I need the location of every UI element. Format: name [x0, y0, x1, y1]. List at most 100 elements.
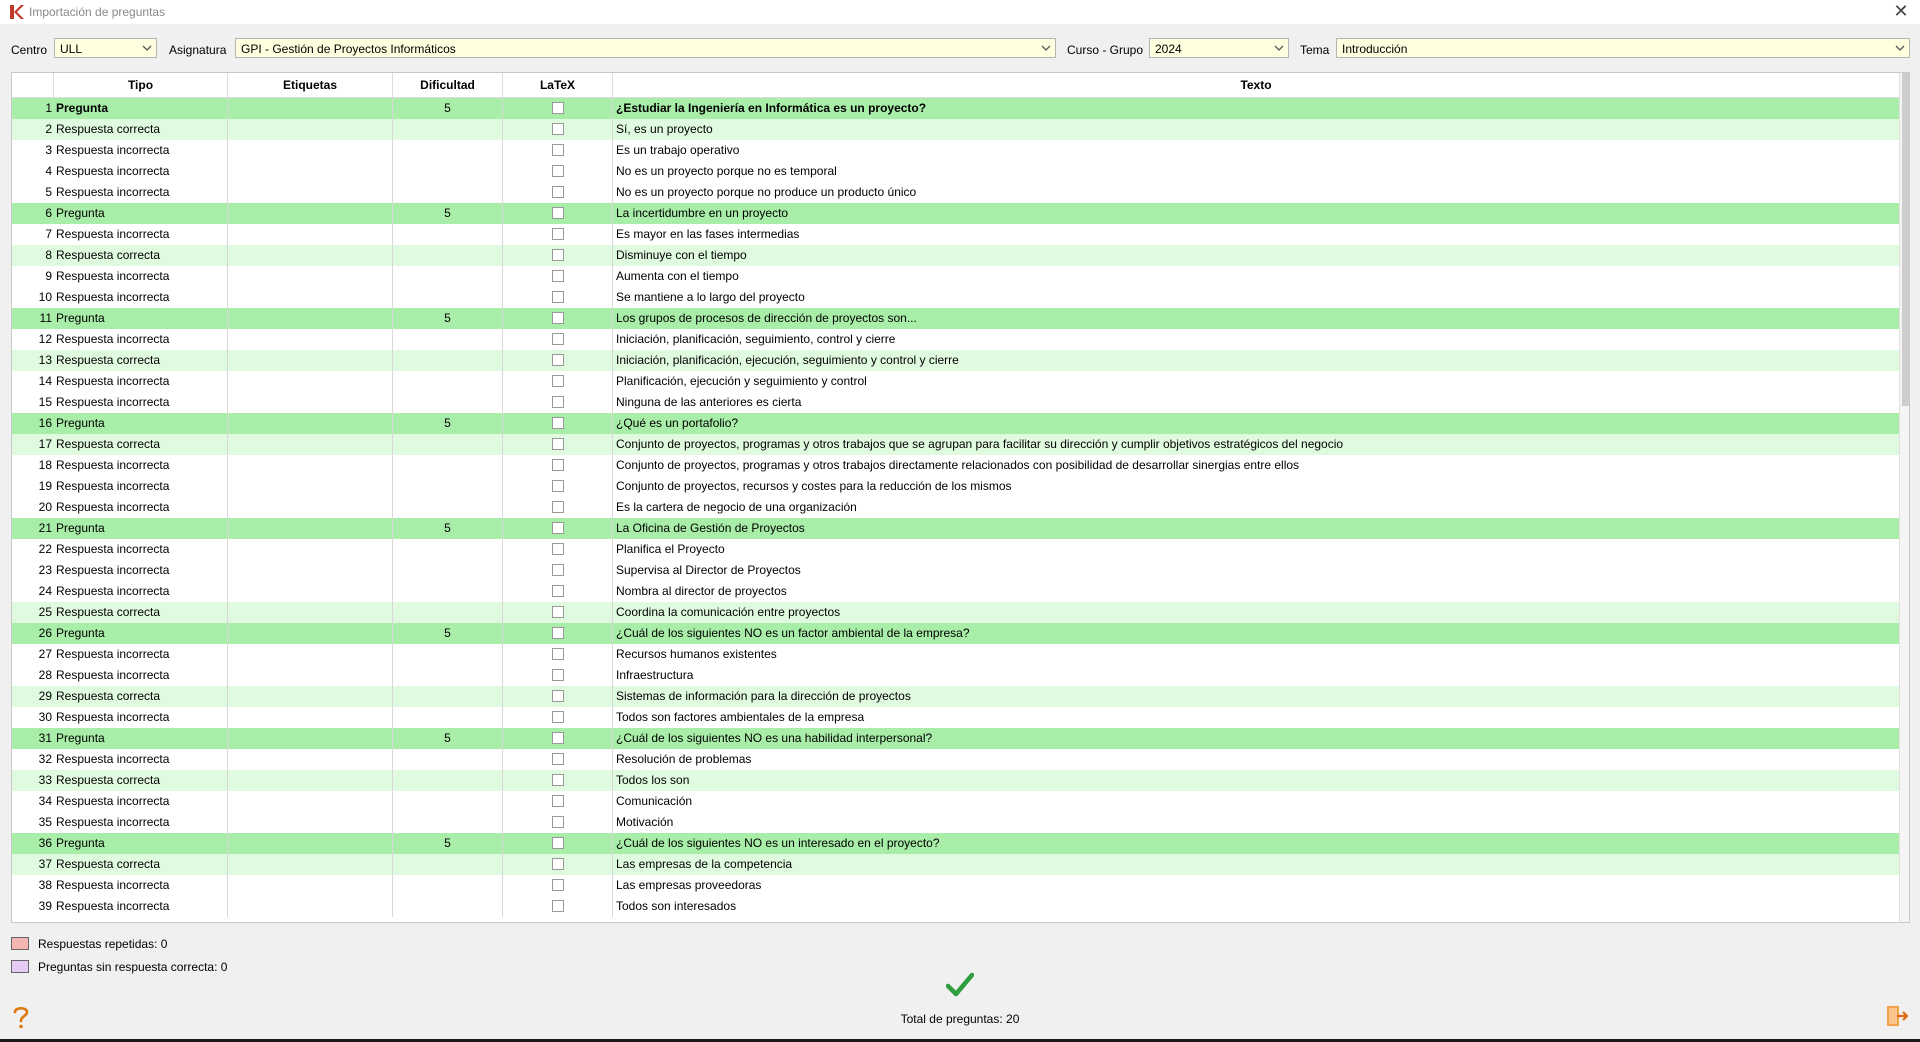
- cell-dificultad[interactable]: [393, 287, 503, 308]
- cell-dificultad[interactable]: [393, 644, 503, 665]
- cell-dificultad[interactable]: [393, 602, 503, 623]
- cell-tipo[interactable]: Respuesta correcta: [54, 245, 228, 266]
- latex-checkbox[interactable]: [552, 564, 564, 576]
- cell-etiquetas[interactable]: [228, 728, 393, 749]
- table-row[interactable]: 18 Respuesta incorrecta Conjunto de proyec…: [12, 455, 1899, 476]
- cell-latex[interactable]: [503, 350, 613, 371]
- latex-checkbox[interactable]: [552, 837, 564, 849]
- table-row[interactable]: 10 Respuesta incorrecta Se mantiene a lo l…: [12, 287, 1899, 308]
- cell-latex[interactable]: [503, 287, 613, 308]
- row-number[interactable]: 26: [12, 623, 54, 644]
- cell-tipo[interactable]: Respuesta incorrecta: [54, 392, 228, 413]
- cell-dificultad[interactable]: 5: [393, 413, 503, 434]
- cell-etiquetas[interactable]: [228, 833, 393, 854]
- table-row[interactable]: 38 Respuesta incorrecta Las empresas prove…: [12, 875, 1899, 896]
- centro-select[interactable]: ULL: [54, 38, 157, 58]
- cell-texto[interactable]: ¿Cuál de los siguientes NO es un interes…: [613, 833, 1899, 854]
- cell-latex[interactable]: [503, 518, 613, 539]
- cell-latex[interactable]: [503, 203, 613, 224]
- cell-latex[interactable]: [503, 602, 613, 623]
- cell-etiquetas[interactable]: [228, 140, 393, 161]
- table-row[interactable]: 26 Pregunta 5 ¿Cuál de los siguientes NO es…: [12, 623, 1899, 644]
- header-latex[interactable]: LaTeX: [503, 73, 613, 97]
- table-row[interactable]: 30 Respuesta incorrecta Todos son factores…: [12, 707, 1899, 728]
- cell-tipo[interactable]: Respuesta incorrecta: [54, 329, 228, 350]
- cell-tipo[interactable]: Respuesta correcta: [54, 770, 228, 791]
- latex-checkbox[interactable]: [552, 648, 564, 660]
- latex-checkbox[interactable]: [552, 144, 564, 156]
- cell-etiquetas[interactable]: [228, 119, 393, 140]
- cell-dificultad[interactable]: [393, 749, 503, 770]
- cell-tipo[interactable]: Respuesta incorrecta: [54, 476, 228, 497]
- cell-dificultad[interactable]: [393, 539, 503, 560]
- table-row[interactable]: 25 Respuesta correcta Coordina la comunica…: [12, 602, 1899, 623]
- cell-texto[interactable]: ¿Cuál de los siguientes NO es un factor …: [613, 623, 1899, 644]
- table-row[interactable]: 14 Respuesta incorrecta Planificación, eje…: [12, 371, 1899, 392]
- cell-texto[interactable]: Las empresas proveedoras: [613, 875, 1899, 896]
- latex-checkbox[interactable]: [552, 606, 564, 618]
- exit-door-icon[interactable]: [1885, 1004, 1909, 1028]
- table-row[interactable]: 4 Respuesta incorrecta No es un proyecto p…: [12, 161, 1899, 182]
- cell-dificultad[interactable]: [393, 812, 503, 833]
- table-row[interactable]: 1 Pregunta 5 ¿Estudiar la Ingeniería en Inf…: [12, 98, 1899, 119]
- cell-texto[interactable]: Las empresas de la competencia: [613, 854, 1899, 875]
- cell-texto[interactable]: La incertidumbre en un proyecto: [613, 203, 1899, 224]
- latex-checkbox[interactable]: [552, 123, 564, 135]
- cell-texto[interactable]: Los grupos de procesos de dirección de p…: [613, 308, 1899, 329]
- cell-texto[interactable]: ¿Qué es un portafolio?: [613, 413, 1899, 434]
- cell-texto[interactable]: No es un proyecto porque no produce un p…: [613, 182, 1899, 203]
- latex-checkbox[interactable]: [552, 585, 564, 597]
- cell-tipo[interactable]: Respuesta incorrecta: [54, 896, 228, 917]
- cell-tipo[interactable]: Pregunta: [54, 623, 228, 644]
- cell-tipo[interactable]: Respuesta incorrecta: [54, 140, 228, 161]
- latex-checkbox[interactable]: [552, 543, 564, 555]
- cell-etiquetas[interactable]: [228, 518, 393, 539]
- cell-etiquetas[interactable]: [228, 623, 393, 644]
- cell-dificultad[interactable]: 5: [393, 623, 503, 644]
- latex-checkbox[interactable]: [552, 690, 564, 702]
- latex-checkbox[interactable]: [552, 753, 564, 765]
- table-row[interactable]: 17 Respuesta correcta Conjunto de proyecto…: [12, 434, 1899, 455]
- latex-checkbox[interactable]: [552, 375, 564, 387]
- latex-checkbox[interactable]: [552, 102, 564, 114]
- row-number[interactable]: 24: [12, 581, 54, 602]
- table-row[interactable]: 15 Respuesta incorrecta Ninguna de las ant…: [12, 392, 1899, 413]
- cell-dificultad[interactable]: [393, 455, 503, 476]
- latex-checkbox[interactable]: [552, 711, 564, 723]
- row-number[interactable]: 32: [12, 749, 54, 770]
- table-row[interactable]: 11 Pregunta 5 Los grupos de procesos de dir…: [12, 308, 1899, 329]
- row-number[interactable]: 23: [12, 560, 54, 581]
- row-number[interactable]: 12: [12, 329, 54, 350]
- cell-latex[interactable]: [503, 329, 613, 350]
- cell-dificultad[interactable]: [393, 182, 503, 203]
- vertical-scrollbar[interactable]: [1899, 73, 1909, 922]
- cell-tipo[interactable]: Respuesta incorrecta: [54, 224, 228, 245]
- cell-tipo[interactable]: Pregunta: [54, 518, 228, 539]
- latex-checkbox[interactable]: [552, 816, 564, 828]
- cell-etiquetas[interactable]: [228, 665, 393, 686]
- cell-dificultad[interactable]: [393, 434, 503, 455]
- cell-etiquetas[interactable]: [228, 875, 393, 896]
- cell-texto[interactable]: No es un proyecto porque no es temporal: [613, 161, 1899, 182]
- row-number[interactable]: 39: [12, 896, 54, 917]
- cell-tipo[interactable]: Respuesta incorrecta: [54, 539, 228, 560]
- cell-etiquetas[interactable]: [228, 413, 393, 434]
- cell-tipo[interactable]: Pregunta: [54, 98, 228, 119]
- cell-tipo[interactable]: Respuesta incorrecta: [54, 707, 228, 728]
- cell-etiquetas[interactable]: [228, 392, 393, 413]
- table-row[interactable]: 12 Respuesta incorrecta Iniciación, planif…: [12, 329, 1899, 350]
- row-number[interactable]: 36: [12, 833, 54, 854]
- row-number[interactable]: 21: [12, 518, 54, 539]
- latex-checkbox[interactable]: [552, 417, 564, 429]
- row-number[interactable]: 28: [12, 665, 54, 686]
- cell-texto[interactable]: Todos son factores ambientales de la emp…: [613, 707, 1899, 728]
- cell-texto[interactable]: Infraestructura: [613, 665, 1899, 686]
- cell-texto[interactable]: Iniciación, planificación, seguimiento, …: [613, 329, 1899, 350]
- latex-checkbox[interactable]: [552, 879, 564, 891]
- cell-tipo[interactable]: Respuesta incorrecta: [54, 182, 228, 203]
- cell-etiquetas[interactable]: [228, 707, 393, 728]
- cell-texto[interactable]: Todos los son: [613, 770, 1899, 791]
- row-number[interactable]: 17: [12, 434, 54, 455]
- table-row[interactable]: 37 Respuesta correcta Las empresas de la c…: [12, 854, 1899, 875]
- cell-dificultad[interactable]: [393, 497, 503, 518]
